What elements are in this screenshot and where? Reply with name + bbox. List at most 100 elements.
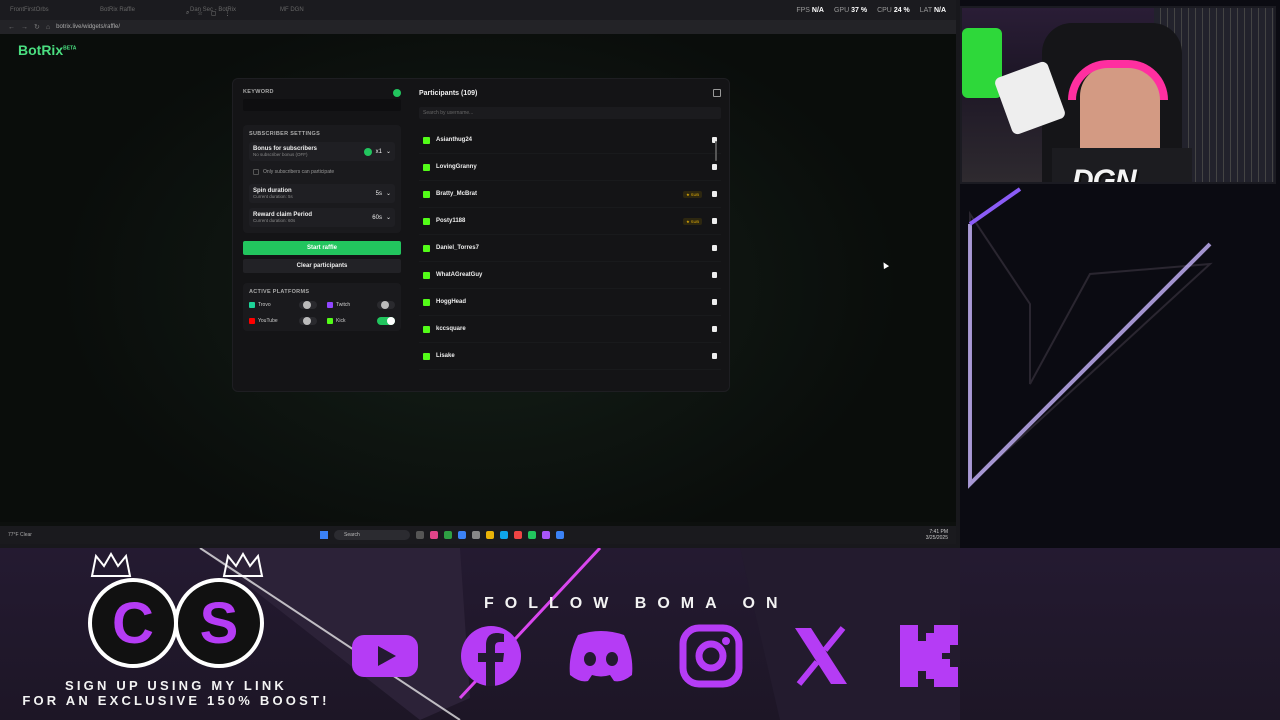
participant-row: kccsquare: [419, 316, 721, 343]
participant-row: Bratty_McBrat ★ SUB: [419, 181, 721, 208]
clock[interactable]: 7:41 PM 3/25/2025: [926, 529, 948, 541]
clear-participants-button[interactable]: Clear participants: [243, 259, 401, 273]
browser-window: FrontFirstOrbs BotRix Raffle Dan Sec - B…: [0, 0, 960, 548]
instagram-icon: [676, 624, 746, 688]
discord-icon: [566, 624, 636, 688]
trash-icon[interactable]: [712, 299, 717, 305]
chevron-down-icon: ⌄: [385, 149, 391, 155]
spin-setting: Spin duration Current duration: 5s 5s ⌄: [249, 184, 395, 203]
overlay-banner: C S SIGN UP USING MY LINK FOR AN EXCLUSI…: [0, 548, 1280, 720]
spin-select[interactable]: 5s: [376, 191, 382, 197]
store-icon[interactable]: [472, 531, 480, 539]
chevron-down-icon: ⌄: [385, 215, 391, 221]
spotify-icon[interactable]: [528, 531, 536, 539]
trash-icon[interactable]: [712, 245, 717, 251]
trash-icon[interactable]: [712, 164, 717, 170]
participant-name: Asianthug24: [436, 137, 473, 143]
stat-fps: FPS N/A: [796, 6, 824, 14]
edge-icon[interactable]: [458, 531, 466, 539]
stat-lat: LAT N/A: [919, 6, 946, 14]
trovo-toggle[interactable]: [299, 301, 317, 309]
file-explorer-icon[interactable]: [486, 531, 494, 539]
participant-name: WhatAGreatGuy: [436, 272, 483, 278]
trash-icon[interactable]: [712, 218, 717, 224]
sub-badge: ★ SUB: [683, 217, 702, 225]
spin-subtitle: Current duration: 5s: [253, 194, 293, 199]
trovo-icon: [249, 302, 255, 308]
bonus-subtitle: No subscriber bonus (OFF): [253, 152, 308, 157]
participants-title: Participants (109): [419, 89, 478, 97]
start-raffle-button[interactable]: Start raffle: [243, 241, 401, 255]
reload-icon[interactable]: ↻: [34, 23, 40, 31]
participant-row: HoggHead: [419, 289, 721, 316]
subscriber-settings-label: SUBSCRIBER SETTINGS: [249, 131, 321, 137]
youtube-icon: [249, 318, 255, 324]
claim-select[interactable]: 60s: [372, 215, 382, 221]
overlay-decoration: [968, 187, 1213, 489]
app-icon[interactable]: [430, 531, 438, 539]
copy-icon[interactable]: [713, 89, 721, 97]
participant-search-input[interactable]: Search by username...: [419, 107, 721, 119]
kick-icon: [423, 244, 430, 252]
follow-text: FOLLOW BOMA ON: [484, 595, 789, 612]
crown-icon: [222, 552, 264, 577]
windows-taskbar: 77°F Clear Search 7:41 PM 3/25/2025: [0, 526, 956, 544]
home-icon[interactable]: ⌂: [46, 24, 50, 31]
trash-icon[interactable]: [712, 191, 717, 197]
app-icon[interactable]: [500, 531, 508, 539]
participant-row: Asianthug24: [419, 127, 721, 154]
participant-row: WhatAGreatGuy: [419, 262, 721, 289]
stat-gpu: GPU 37 %: [833, 6, 868, 14]
url-input[interactable]: botrix.live/widgets/raffle/: [56, 24, 120, 30]
kick-toggle[interactable]: [377, 317, 395, 325]
forward-icon[interactable]: →: [21, 24, 28, 31]
info-icon[interactable]: [363, 147, 372, 156]
kick-icon: [423, 217, 430, 225]
kick-icon: [423, 136, 430, 144]
kick-icon: [423, 298, 430, 306]
participant-list: Asianthug24 LovingGranny Bratty_McBrat ★ SU…: [419, 127, 721, 370]
app-icon[interactable]: [556, 531, 564, 539]
stat-cpu: CPU 24 %: [877, 6, 910, 14]
participant-name: HoggHead: [436, 299, 466, 305]
logo-letter-c: C: [88, 578, 178, 668]
participants-panel: Participants (109) Search by username...…: [419, 89, 721, 385]
participant-name: Lisake: [436, 353, 455, 359]
signup-text: SIGN UP USING MY LINK FOR AN EXCLUSIVE 1…: [22, 678, 330, 708]
keyword-label: KEYWORD: [243, 89, 274, 95]
keyword-input[interactable]: [243, 99, 401, 111]
chevron-down-icon: ⌄: [385, 191, 391, 197]
weather-widget[interactable]: 77°F Clear: [8, 532, 32, 538]
kick-icon: [423, 163, 430, 171]
chrome-icon[interactable]: [514, 531, 522, 539]
youtube-toggle[interactable]: [299, 317, 317, 325]
scrollbar[interactable]: [715, 141, 717, 161]
platform-twitch: Twitch: [327, 301, 395, 309]
twitch-icon: [327, 302, 333, 308]
app-icon[interactable]: [542, 531, 550, 539]
browser-tab[interactable]: BotRix Raffle: [100, 7, 190, 13]
kick-icon: [327, 318, 333, 324]
only-subs-checkbox[interactable]: Only subscribers can participate: [249, 165, 395, 179]
app-icon[interactable]: [444, 531, 452, 539]
kick-icon: [894, 624, 964, 688]
logo-letter-s: S: [174, 578, 264, 668]
botrix-logo[interactable]: BotRixBETA: [18, 42, 76, 58]
participant-row: LovingGranny: [419, 154, 721, 181]
back-icon[interactable]: ←: [8, 24, 15, 31]
stream-overlay: FrontFirstOrbs BotRix Raffle Dan Sec - B…: [0, 0, 1280, 720]
bonus-select[interactable]: x1: [376, 149, 382, 155]
taskbar-search[interactable]: Search: [334, 530, 410, 540]
trash-icon[interactable]: [712, 353, 717, 359]
participant-name: LovingGranny: [436, 164, 477, 170]
bonus-setting: Bonus for subscribers No subscriber bonu…: [249, 142, 395, 161]
windows-start-icon[interactable]: [320, 531, 328, 539]
trash-icon[interactable]: [712, 326, 717, 332]
info-icon[interactable]: [393, 89, 401, 97]
perf-stats: FPS N/A GPU 37 % CPU 24 % LAT N/A: [796, 7, 946, 14]
twitch-toggle[interactable]: [377, 301, 395, 309]
platform-kick: Kick: [327, 317, 395, 325]
trash-icon[interactable]: [712, 272, 717, 278]
task-view-icon[interactable]: [416, 531, 424, 539]
browser-tab[interactable]: FrontFirstOrbs: [10, 7, 100, 13]
